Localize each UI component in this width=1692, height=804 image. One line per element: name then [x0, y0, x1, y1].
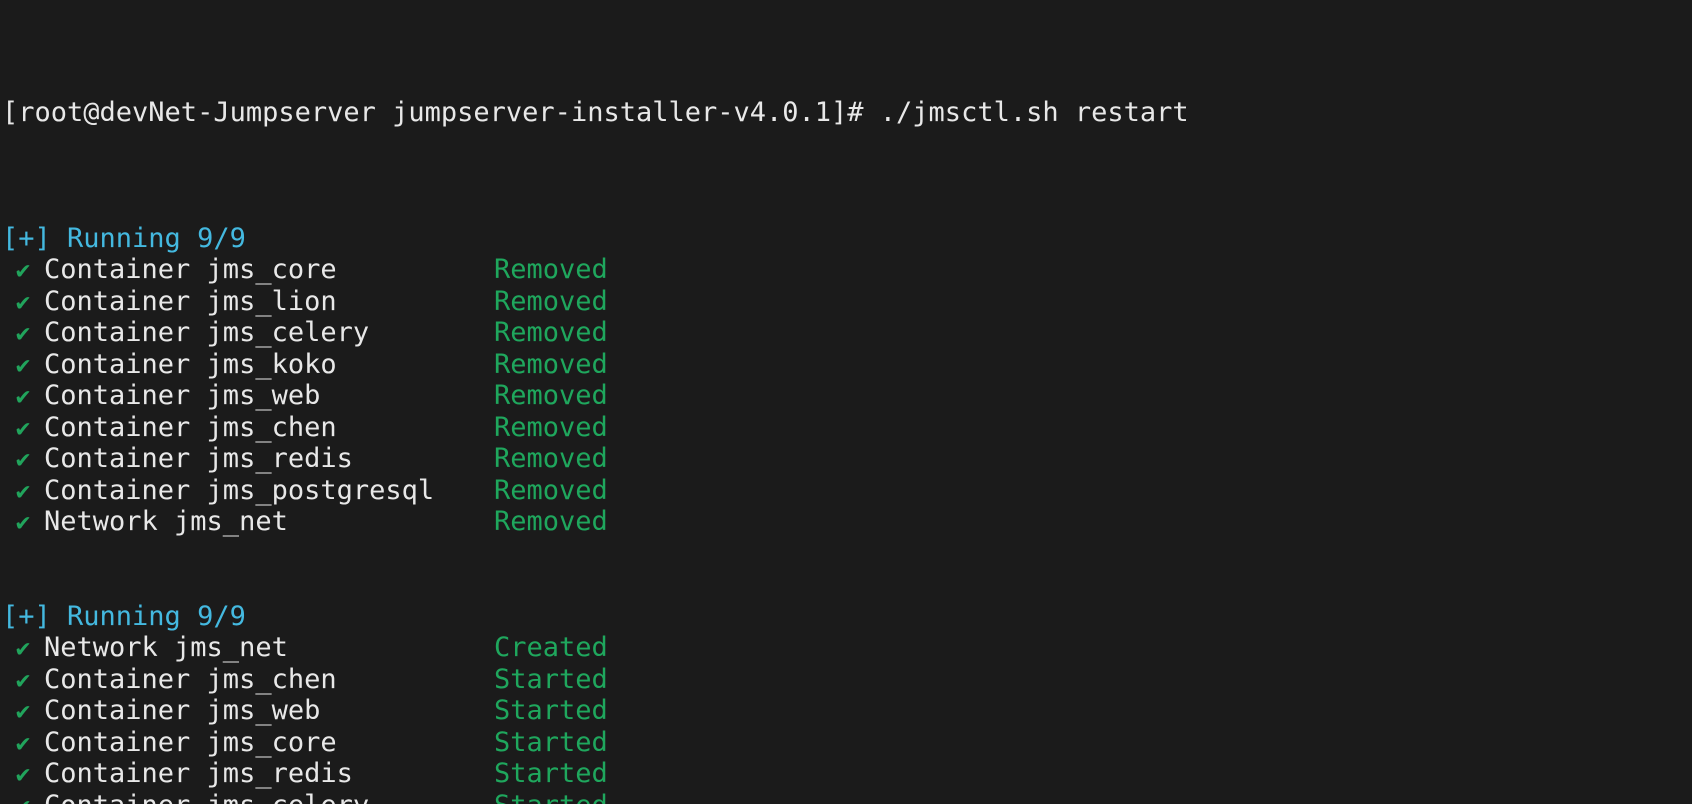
service-name: Container jms_celery	[44, 317, 370, 348]
checkmark-icon: ✔	[15, 413, 31, 442]
checkmark-icon: ✔	[15, 634, 31, 662]
checkmark-icon: ✔	[2, 791, 44, 804]
checkmark-icon: ✔	[15, 476, 31, 505]
service-status-row: ✔ Container jms_web Removed	[0, 380, 1692, 412]
running-status-header: [+] Running 9/9	[2, 222, 246, 254]
output-blocks: [+] Running 9/9 ✔ Container jms_core Remove…	[0, 223, 1692, 804]
checkmark-icon: ✔	[15, 508, 31, 536]
status-badge: Started	[494, 695, 608, 726]
service-name: Container jms_celery	[44, 790, 494, 804]
checkmark-icon: ✔	[15, 350, 31, 379]
checkmark-icon: ✔	[15, 445, 31, 473]
status-badge: Removed	[494, 380, 608, 411]
status-badge: Started	[494, 663, 608, 695]
checkmark-icon: ✔	[15, 697, 31, 725]
service-status-row: ✔Container jms_celeryStarted	[0, 790, 1692, 804]
status-badge: Removed	[494, 411, 608, 443]
service-name: Container jms_core	[44, 254, 337, 285]
service-status-row: ✔ Container jms_web Started	[0, 695, 1692, 727]
service-status-row: ✔ Container jms_redis Removed	[0, 443, 1692, 475]
status-badge: Started	[494, 758, 608, 789]
checkmark-icon: ✔	[15, 319, 31, 347]
status-badge: Removed	[494, 254, 608, 285]
service-name: Container jms_lion	[44, 285, 337, 317]
service-status-row: ✔ Container jms_core Started	[0, 727, 1692, 759]
running-status-header: [+] Running 9/9	[2, 600, 246, 632]
service-name: Network jms_net	[44, 506, 288, 537]
service-name: Network jms_net	[44, 632, 288, 663]
service-name: Container jms_postgresql	[44, 474, 435, 506]
service-status-row: ✔ Container jms_core Removed	[0, 254, 1692, 286]
service-status-row: ✔ Network jms_net Created	[0, 632, 1692, 664]
checkmark-icon: ✔	[15, 728, 31, 757]
service-status-row: ✔ Container jms_lion Removed	[0, 286, 1692, 318]
service-status-row: ✔ Container jms_chen Removed	[0, 412, 1692, 444]
service-name: Container jms_core	[44, 726, 337, 758]
terminal-window[interactable]: [root@devNet-Jumpserver jumpserver-insta…	[0, 0, 1692, 804]
status-badge: Started	[494, 726, 608, 758]
status-badge: Removed	[494, 474, 608, 506]
status-badge: Removed	[494, 443, 608, 474]
service-status-row: ✔ Network jms_net Removed	[0, 506, 1692, 538]
service-status-row: ✔ Container jms_chen Started	[0, 664, 1692, 696]
checkmark-icon: ✔	[15, 382, 31, 410]
status-badge: Started	[494, 790, 608, 804]
service-status-row: ✔ Container jms_celery Removed	[0, 317, 1692, 349]
command-prompt-line: [root@devNet-Jumpserver jumpserver-insta…	[2, 96, 1189, 128]
checkmark-icon: ✔	[15, 665, 31, 694]
checkmark-icon: ✔	[15, 760, 31, 788]
service-status-row: ✔ Container jms_postgresql Removed	[0, 475, 1692, 507]
service-name: Container jms_koko	[44, 348, 337, 380]
service-name: Container jms_chen	[44, 663, 337, 695]
service-name: Container jms_web	[44, 695, 321, 726]
service-name: Container jms_redis	[44, 443, 353, 474]
status-badge: Removed	[494, 317, 608, 348]
checkmark-icon: ✔	[15, 287, 31, 316]
service-name: Container jms_chen	[44, 411, 337, 443]
status-badge: Removed	[494, 348, 608, 380]
service-status-row: ✔ Container jms_koko Removed	[0, 349, 1692, 381]
service-name: Container jms_redis	[44, 758, 353, 789]
status-badge: Removed	[494, 285, 608, 317]
service-status-row: ✔ Container jms_redis Started	[0, 758, 1692, 790]
status-badge: Removed	[494, 506, 608, 537]
service-name: Container jms_web	[44, 380, 321, 411]
status-badge: Created	[494, 632, 608, 663]
checkmark-icon: ✔	[15, 256, 31, 284]
